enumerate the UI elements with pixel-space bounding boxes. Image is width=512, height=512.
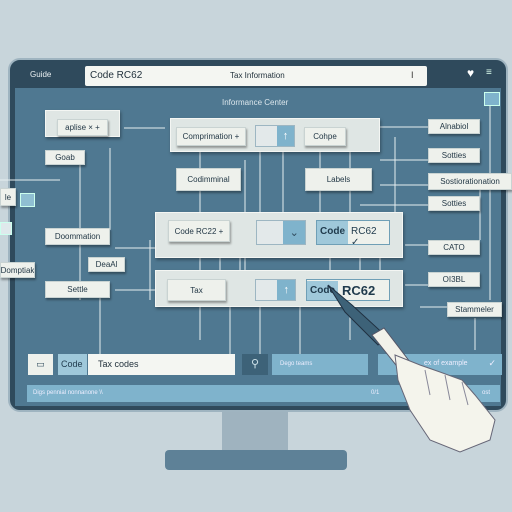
hand-pointer-icon	[327, 284, 496, 453]
